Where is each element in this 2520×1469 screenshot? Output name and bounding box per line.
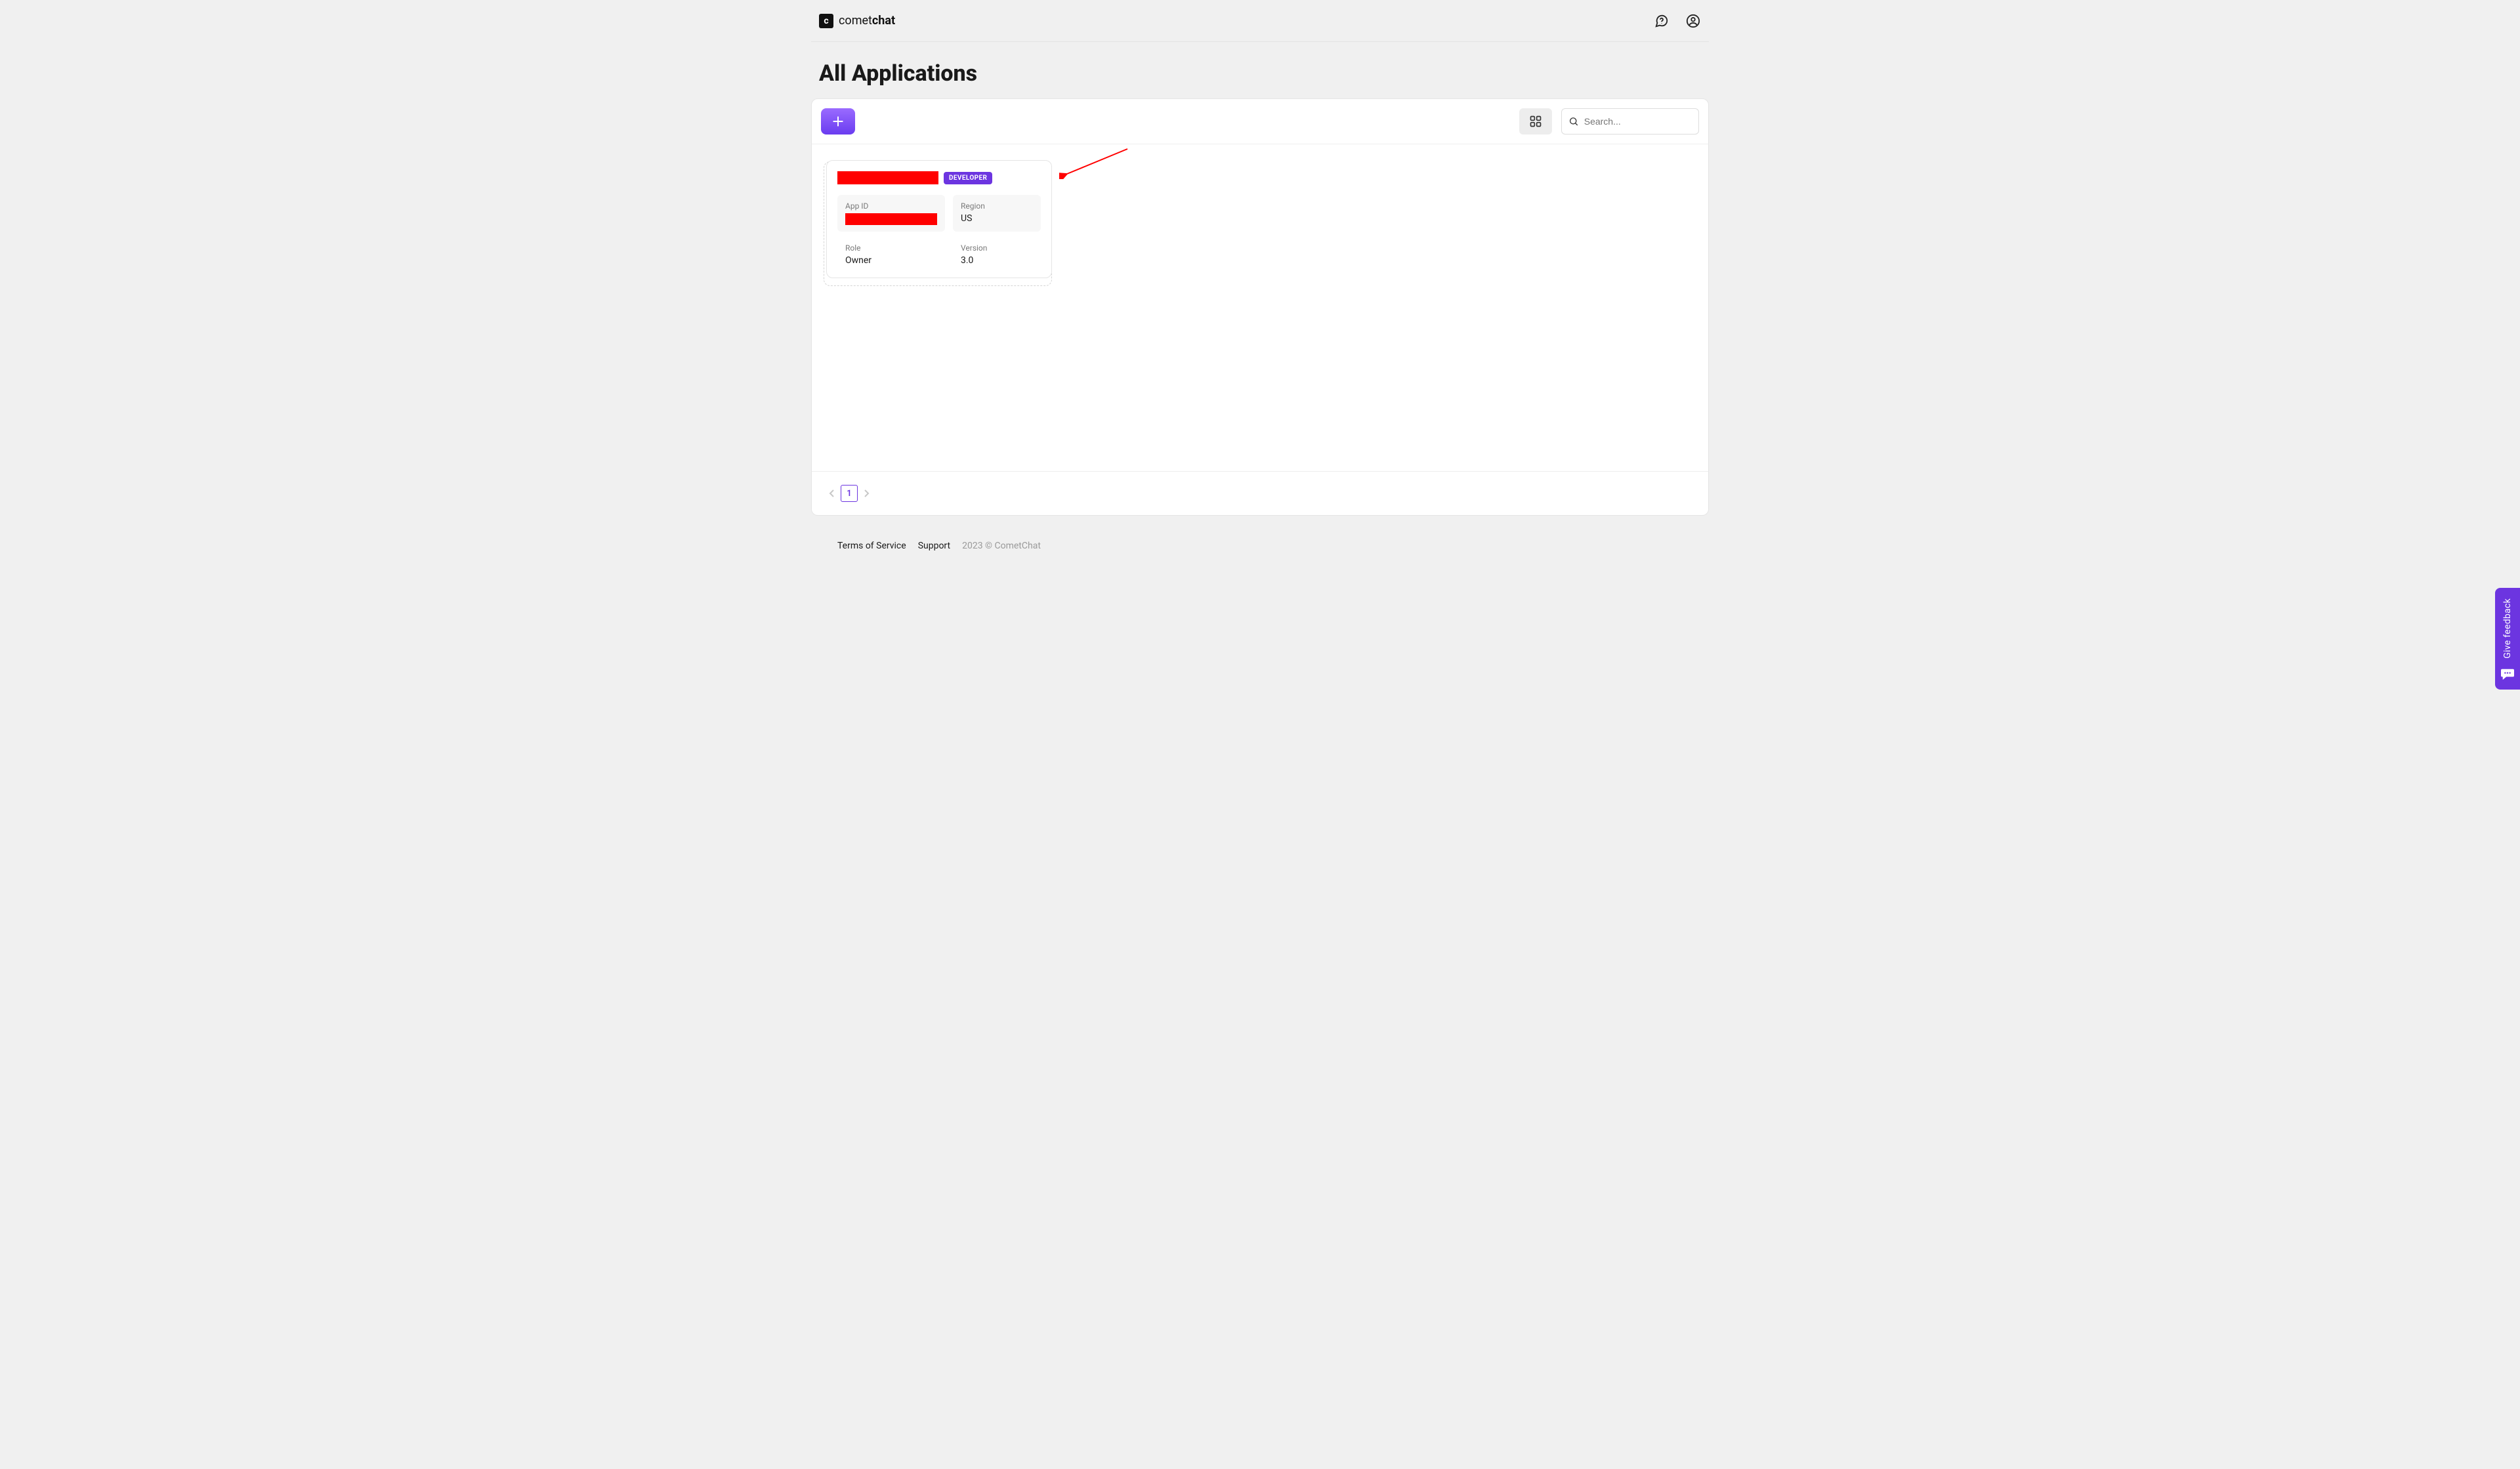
help-icon[interactable] — [1654, 13, 1670, 29]
meta-version-label: Version — [961, 243, 1033, 253]
search-field[interactable] — [1561, 108, 1699, 134]
search-input[interactable] — [1584, 116, 1692, 127]
meta-version: Version 3.0 — [953, 239, 1041, 266]
meta-role: Role Owner — [837, 239, 945, 266]
footer-terms-link[interactable]: Terms of Service — [837, 541, 906, 551]
grid-icon — [1529, 115, 1542, 128]
account-icon[interactable] — [1685, 13, 1701, 29]
header: c cometchat — [811, 0, 1709, 42]
app-card[interactable]: DEVELOPER App ID Region US Role — [826, 160, 1052, 278]
meta-role-label: Role — [845, 243, 937, 253]
footer: Terms of Service Support 2023 © CometCha… — [811, 531, 1709, 560]
toolbar — [812, 99, 1708, 144]
meta-app-id-label: App ID — [845, 201, 937, 211]
applications-panel: DEVELOPER App ID Region US Role — [811, 98, 1709, 516]
grid-view-toggle[interactable] — [1519, 108, 1552, 134]
search-icon — [1568, 115, 1579, 127]
meta-version-value: 3.0 — [961, 255, 1033, 266]
plus-icon — [831, 115, 845, 128]
meta-region: Region US — [953, 195, 1041, 232]
meta-role-value: Owner — [845, 255, 937, 266]
meta-region-value: US — [961, 213, 1033, 224]
header-actions — [1654, 13, 1701, 29]
plan-badge: DEVELOPER — [944, 172, 992, 184]
cards-area: DEVELOPER App ID Region US Role — [812, 144, 1708, 471]
feedback-tab[interactable]: Give feedback — [2495, 588, 2520, 690]
add-app-button[interactable] — [821, 108, 855, 134]
footer-copyright: 2023 © CometChat — [962, 541, 1041, 551]
page-1[interactable]: 1 — [841, 485, 858, 502]
footer-support-link[interactable]: Support — [918, 541, 950, 551]
logo-text-prefix: comet — [839, 14, 872, 28]
chevron-right-icon — [863, 489, 870, 498]
chevron-left-icon — [829, 489, 835, 498]
page-title: All Applications — [811, 42, 1709, 98]
logo-text: cometchat — [839, 14, 895, 28]
annotation-arrow — [1059, 148, 1131, 179]
page-next[interactable] — [863, 489, 870, 498]
feedback-label: Give feedback — [2502, 598, 2513, 659]
logo-text-suffix: chat — [872, 14, 895, 28]
logo-mark-letter: c — [824, 16, 828, 26]
meta-region-label: Region — [961, 201, 1033, 211]
logo[interactable]: c cometchat — [819, 14, 895, 28]
app-name-redacted — [837, 171, 938, 184]
app-id-redacted — [845, 213, 937, 225]
meta-app-id: App ID — [837, 195, 945, 232]
page-prev[interactable] — [829, 489, 835, 498]
chat-bubble-icon — [2500, 667, 2515, 680]
pagination: 1 — [812, 471, 1708, 515]
logo-mark: c — [819, 14, 833, 28]
